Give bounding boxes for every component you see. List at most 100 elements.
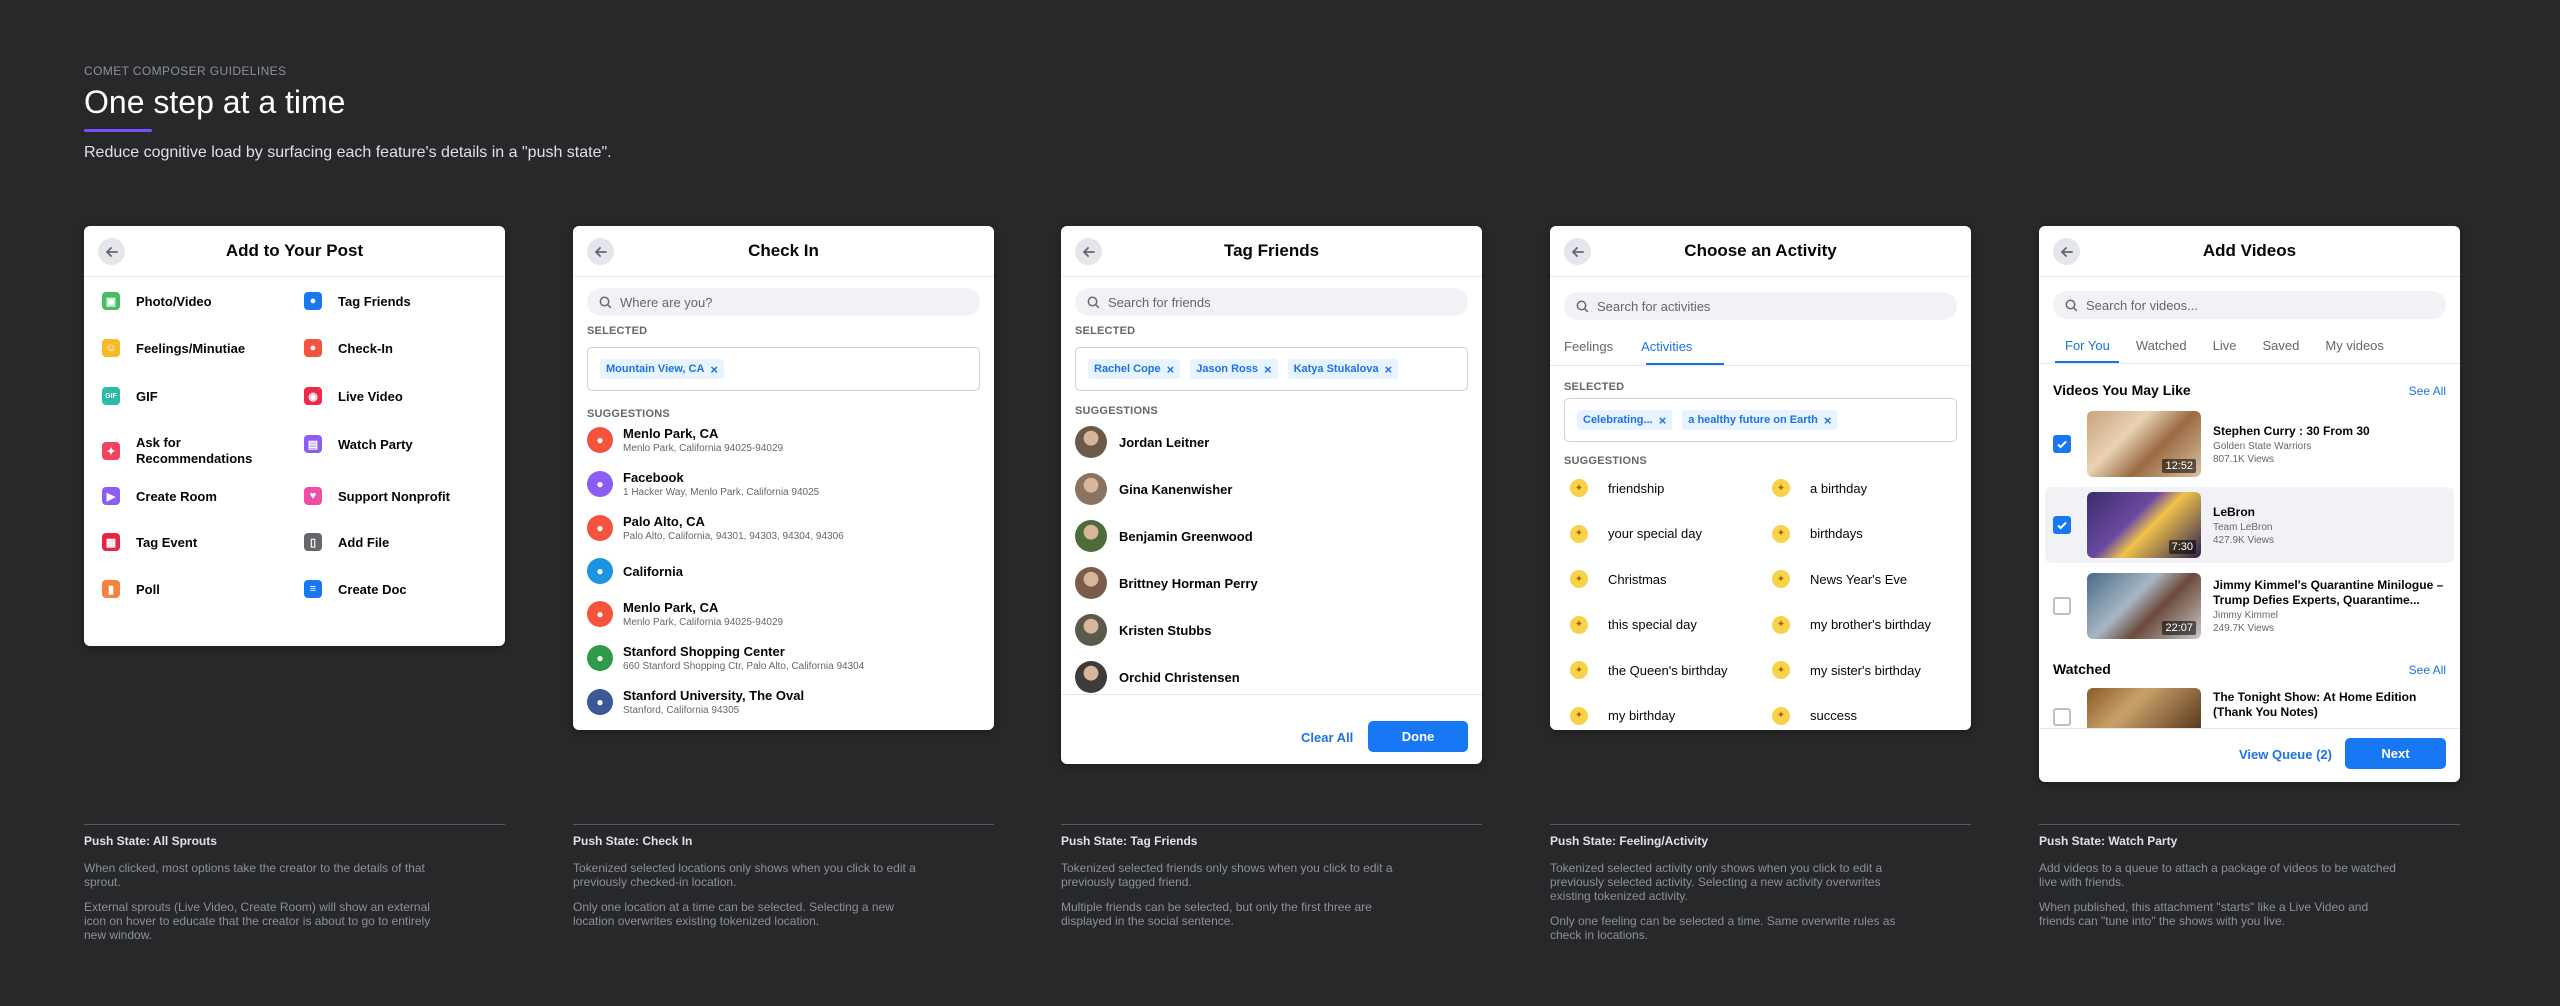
activity-suggestion[interactable]: ✦ birthdays [1772,524,1863,543]
video-checkbox[interactable] [2053,435,2071,453]
watched-video-row[interactable]: The Tonight Show: At Home Edition (Thank… [2045,688,2454,728]
remove-token-icon[interactable]: × [1824,413,1832,428]
option-tag-friends[interactable]: ● Tag Friends [304,292,484,310]
video-row[interactable]: 22:07 Jimmy Kimmel's Quarantine Minilogue… [2045,568,2454,644]
activity-suggestion[interactable]: ✦ News Year's Eve [1772,570,1907,588]
location-suggestion[interactable]: ● Stanford University, The Oval Stanford, … [587,688,980,716]
activity-suggestion[interactable]: ✦ the Queen's birthday [1570,661,1728,679]
selected-token[interactable]: Mountain View, CA × [600,359,724,379]
activity-label: Christmas [1608,571,1667,587]
video-search-input[interactable]: Search for videos... [2053,291,2446,319]
remove-token-icon[interactable]: × [1264,362,1272,377]
activity-suggestion[interactable]: ✦ success [1772,706,1857,725]
video-row[interactable]: 12:52 Stephen Curry : 30 From 30 Golden St… [2045,406,2454,482]
option-live-video[interactable]: ◉ Live Video [304,387,484,405]
note-paragraph: External sprouts (Live Video, Create Roo… [84,900,431,942]
remove-token-icon[interactable]: × [710,362,718,377]
note-paragraph: Add videos to a queue to attach a packag… [2039,861,2396,889]
friend-suggestion[interactable]: Orchid Christensen [1075,661,1240,693]
friend-suggestion[interactable]: Brittney Horman Perry [1075,567,1258,599]
tab-watched[interactable]: Watched [2136,338,2187,353]
celebrating-emoji-icon: ✦ [1772,570,1790,588]
video-title: Stephen Curry : 30 From 30 [2213,423,2370,438]
view-queue-button[interactable]: View Queue (2) [2239,747,2332,762]
video-row[interactable]: 7:30 LeBron Team LeBron 427.9K Views [2045,487,2454,563]
video-checkbox[interactable] [2053,597,2071,615]
heart-icon: ♥ [304,487,322,505]
file-icon: ▯ [304,533,322,551]
tab-feelings[interactable]: Feelings [1564,339,1613,354]
activity-label: News Year's Eve [1810,571,1908,587]
video-checkbox[interactable] [2053,708,2071,726]
selected-token-box[interactable]: Celebrating... × a healthy future on Earth… [1564,398,1957,442]
activity-suggestion[interactable]: ✦ a birthday [1772,479,1867,497]
location-suggestion[interactable]: ● Facebook 1 Hacker Way, Menlo Park, Calif… [587,470,980,498]
friend-search-input[interactable]: Search for friends [1075,288,1468,316]
option-label: Support Nonprofit [338,488,450,504]
search-placeholder: Search for friends [1108,294,1211,310]
selected-token-box[interactable]: Mountain View, CA × [587,347,980,391]
activity-suggestion[interactable]: ✦ my sister's birthday [1772,661,1921,679]
option-check-in[interactable]: ● Check-In [304,339,484,357]
location-suggestion[interactable]: ● Palo Alto, CA Palo Alto, California, 943… [587,514,980,542]
option-label: Add File [338,534,390,550]
tab-my-videos[interactable]: My videos [2325,338,2384,353]
option-add-file[interactable]: ▯ Add File [304,533,484,551]
option-gif[interactable]: GIF GIF [102,387,282,405]
selected-token[interactable]: Katya Stukalova × [1287,359,1399,379]
location-pin-icon: ● [587,427,613,453]
friend-suggestion[interactable]: Benjamin Greenwood [1075,520,1253,552]
tab-live[interactable]: Live [2213,338,2237,353]
activity-suggestion[interactable]: ✦ your special day [1570,524,1702,543]
remove-token-icon[interactable]: × [1659,413,1667,428]
selected-token-box[interactable]: Rachel Cope × Jason Ross × Katya Stukalova × [1075,347,1468,391]
selected-token[interactable]: a healthy future on Earth × [1682,410,1838,430]
option-tag-event[interactable]: ▦ Tag Event [102,533,282,551]
option-ask-for-recommendations[interactable]: ✦ Ask for Recommendations [102,435,282,467]
suggestions-label: SUGGESTIONS [1075,405,1158,417]
note-paragraph: Multiple friends can be selected, but on… [1061,900,1372,928]
clear-all-button[interactable]: Clear All [1301,730,1353,745]
tab-saved[interactable]: Saved [2263,338,2300,353]
location-suggestion[interactable]: ● Menlo Park, CA Menlo Park, California 94… [587,426,980,454]
next-button[interactable]: Next [2345,738,2446,769]
done-button[interactable]: Done [1368,721,1468,752]
activity-suggestion[interactable]: ✦ my birthday [1570,706,1676,725]
option-watch-party[interactable]: ▤ Watch Party [304,435,484,453]
activity-suggestion[interactable]: ✦ Christmas [1570,570,1667,588]
location-suggestion[interactable]: ● Stanford Shopping Center 660 Stanford Sh… [587,644,980,672]
option-poll[interactable]: ▮ Poll [102,580,282,598]
activity-search-input[interactable]: Search for activities [1564,292,1957,320]
activity-suggestion[interactable]: ✦ my brother's birthday [1772,615,1931,634]
calendar-icon: ▦ [102,533,120,551]
option-photo-video[interactable]: ▣ Photo/Video [102,292,282,310]
remove-token-icon[interactable]: × [1167,362,1175,377]
friend-suggestion[interactable]: Gina Kanenwisher [1075,473,1232,505]
option-feelings-minutiae[interactable]: ☺ Feelings/Minutiae [102,339,282,357]
friend-suggestion[interactable]: Kristen Stubbs [1075,614,1211,646]
option-label: Ask for Recommendations [136,435,253,466]
tab-for-you[interactable]: For You [2065,338,2110,353]
activity-label: my birthday [1608,708,1676,723]
selected-token[interactable]: Celebrating... × [1577,410,1673,430]
activity-suggestion[interactable]: ✦ friendship [1570,479,1664,497]
tab-activities[interactable]: Activities [1641,339,1692,354]
location-search-input[interactable]: Where are you? [587,288,980,316]
see-all-link[interactable]: See All [2409,384,2446,398]
poll-icon: ▮ [102,580,120,598]
option-create-room[interactable]: ▶ Create Room [102,487,282,505]
activity-suggestion[interactable]: ✦ this special day [1570,615,1697,634]
see-all-link[interactable]: See All [2409,663,2446,677]
option-label: GIF [136,388,158,404]
celebrating-emoji-icon: ✦ [1772,661,1790,679]
friend-suggestion[interactable]: Jordan Leitner [1075,426,1209,458]
video-checkbox[interactable] [2053,516,2071,534]
remove-token-icon[interactable]: × [1385,362,1393,377]
location-suggestion[interactable]: ● California [587,558,980,584]
selected-token[interactable]: Jason Ross × [1190,359,1278,379]
search-placeholder: Search for activities [1597,298,1711,314]
selected-token[interactable]: Rachel Cope × [1088,359,1181,379]
option-create-doc[interactable]: ≡ Create Doc [304,580,484,598]
option-support-nonprofit[interactable]: ♥ Support Nonprofit [304,487,484,505]
location-suggestion[interactable]: ● Menlo Park, CA Menlo Park, California 94… [587,600,980,628]
